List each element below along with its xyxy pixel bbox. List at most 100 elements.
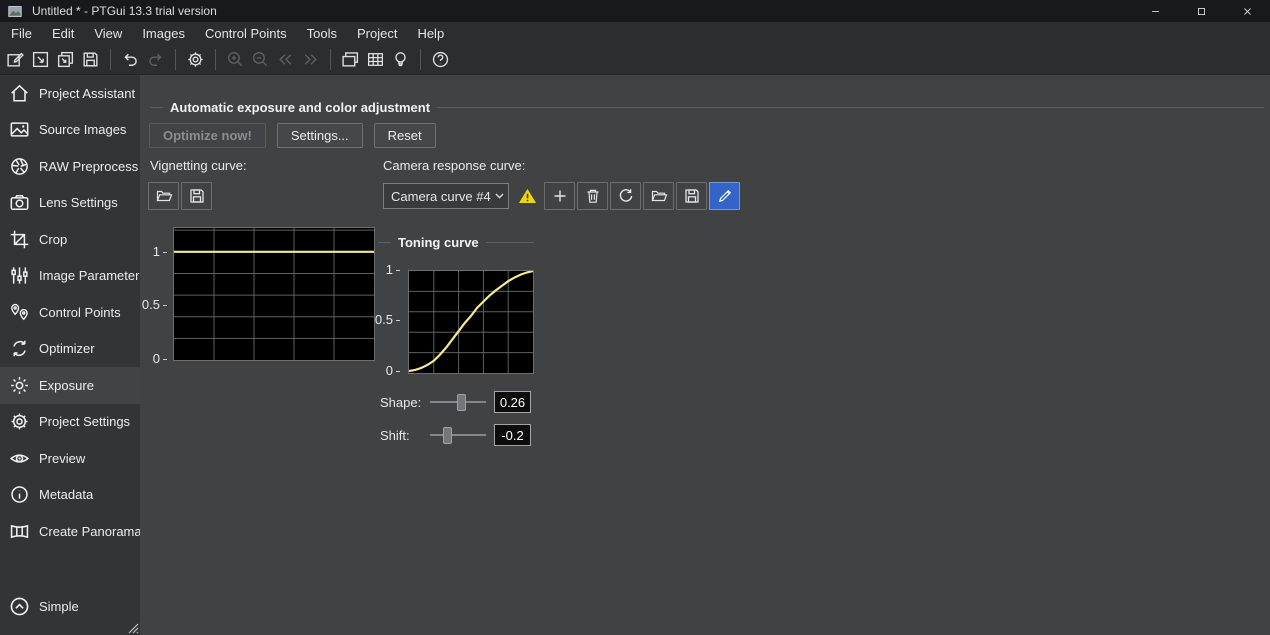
lightbulb-icon [391, 50, 410, 69]
vignetting-curve-label: Vignetting curve: [150, 158, 247, 173]
sidebar-item-label: Metadata [39, 487, 93, 502]
toning-curve-plot [409, 271, 533, 373]
toning-header: Toning curve [378, 235, 534, 250]
shift-slider-handle[interactable] [443, 427, 452, 444]
reset-curve-button[interactable] [610, 182, 641, 210]
sidebar-item-optimizer[interactable]: Optimizer [0, 331, 140, 368]
chevron-down-icon [495, 193, 504, 199]
open-folder-icon [650, 187, 668, 205]
shape-slider-row: Shape: [380, 391, 531, 413]
reset-button[interactable]: Reset [374, 123, 436, 148]
zoom-out-button[interactable] [248, 47, 273, 72]
next-image-button[interactable] [298, 47, 323, 72]
vignetting-y-tick: 0.5 [141, 297, 167, 312]
shift-value-input[interactable] [494, 424, 531, 446]
sidebar-item-metadata[interactable]: Metadata [0, 477, 140, 514]
sidebar-item-crop[interactable]: Crop [0, 221, 140, 258]
open-project-button[interactable] [28, 47, 53, 72]
open-curve-button[interactable] [643, 182, 674, 210]
sidebar-resize-grip[interactable] [127, 622, 139, 634]
sidebar-item-image-parameters[interactable]: Image Parameters [0, 258, 140, 295]
sidebar-item-label: Lens Settings [39, 195, 118, 210]
shift-slider[interactable] [430, 425, 486, 445]
sidebar-item-create-panorama[interactable]: Create Panorama [0, 513, 140, 550]
shape-value-input[interactable] [494, 391, 531, 413]
redo-button[interactable] [143, 47, 168, 72]
save-curve-button[interactable] [676, 182, 707, 210]
menu-edit[interactable]: Edit [42, 24, 84, 43]
toning-y-tick: 0 [374, 363, 400, 378]
shape-slider-handle[interactable] [457, 394, 466, 411]
header-rule [378, 242, 391, 243]
home-icon [9, 83, 30, 104]
vignetting-curve-chart [173, 227, 375, 361]
detail-viewer-button[interactable] [363, 47, 388, 72]
close-icon [1242, 6, 1253, 17]
vignetting-save-button[interactable] [181, 182, 212, 210]
settings-gear-icon [186, 50, 205, 69]
apply-template-button[interactable] [53, 47, 78, 72]
window-title: Untitled * - PTGui 13.3 trial version [32, 4, 217, 18]
sidebar-item-label: Project Assistant [39, 86, 135, 101]
sidebar-item-label: Preview [39, 451, 85, 466]
delete-curve-button[interactable] [577, 182, 608, 210]
minimize-button[interactable] [1132, 0, 1178, 22]
open-project-icon [31, 50, 50, 69]
sidebar-item-label: Source Images [39, 122, 126, 137]
edit-curve-button[interactable] [709, 182, 740, 210]
menu-control-points[interactable]: Control Points [195, 24, 297, 43]
help-button[interactable] [428, 47, 453, 72]
header-rule [150, 107, 163, 108]
edit-pencil-icon [716, 187, 734, 205]
camera-curve-dropdown[interactable]: Camera curve #4 [383, 183, 509, 209]
sidebar-item-project-assistant[interactable]: Project Assistant [0, 75, 140, 112]
new-project-button[interactable] [3, 47, 28, 72]
lightbulb-button[interactable] [388, 47, 413, 72]
vignetting-open-button[interactable] [148, 182, 179, 210]
shift-label: Shift: [380, 428, 430, 443]
optimize-now-button[interactable]: Optimize now! [149, 123, 266, 148]
sidebar-item-label: Control Points [39, 305, 121, 320]
sidebar-item-lens-settings[interactable]: Lens Settings [0, 185, 140, 222]
reset-curve-icon [617, 187, 635, 205]
menu-help[interactable]: Help [407, 24, 454, 43]
sliders-icon [9, 265, 30, 286]
shape-label: Shape: [380, 395, 430, 410]
toning-title: Toning curve [398, 235, 479, 250]
menu-project[interactable]: Project [347, 24, 407, 43]
sidebar-item-raw-preprocess[interactable]: RAW Preprocess [0, 148, 140, 185]
sidebar-item-control-points[interactable]: Control Points [0, 294, 140, 331]
sidebar-item-label: Create Panorama [39, 524, 142, 539]
menu-tools[interactable]: Tools [297, 24, 347, 43]
panorama-editor-button[interactable] [338, 47, 363, 72]
delete-icon [584, 187, 602, 205]
maximize-icon [1196, 6, 1207, 17]
settings-button[interactable]: Settings... [277, 123, 363, 148]
cycle-arrows-icon [9, 338, 30, 359]
camera-response-controls: Camera curve #4 [383, 182, 740, 210]
maximize-button[interactable] [1178, 0, 1224, 22]
undo-button[interactable] [118, 47, 143, 72]
title-bar: Untitled * - PTGui 13.3 trial version [0, 0, 1270, 22]
previous-image-button[interactable] [273, 47, 298, 72]
add-curve-button[interactable] [544, 182, 575, 210]
sidebar-item-preview[interactable]: Preview [0, 440, 140, 477]
sidebar-item-simple[interactable]: Simple [0, 589, 140, 626]
menu-images[interactable]: Images [132, 24, 195, 43]
options-button[interactable] [183, 47, 208, 72]
sidebar-item-source-images[interactable]: Source Images [0, 112, 140, 149]
redo-icon [146, 50, 165, 69]
sidebar-item-project-settings[interactable]: Project Settings [0, 404, 140, 441]
zoom-in-button[interactable] [223, 47, 248, 72]
save-project-button[interactable] [78, 47, 103, 72]
menu-view[interactable]: View [84, 24, 132, 43]
chevron-up-circle-icon [9, 596, 30, 617]
close-button[interactable] [1224, 0, 1270, 22]
app-logo-icon [7, 4, 23, 19]
toning-y-tick: 1 [374, 262, 400, 277]
shift-slider-track[interactable] [430, 434, 486, 436]
sidebar-item-exposure[interactable]: Exposure [0, 367, 140, 404]
menu-file[interactable]: File [1, 24, 42, 43]
toolbar-separator [175, 49, 176, 70]
shape-slider[interactable] [430, 392, 486, 412]
